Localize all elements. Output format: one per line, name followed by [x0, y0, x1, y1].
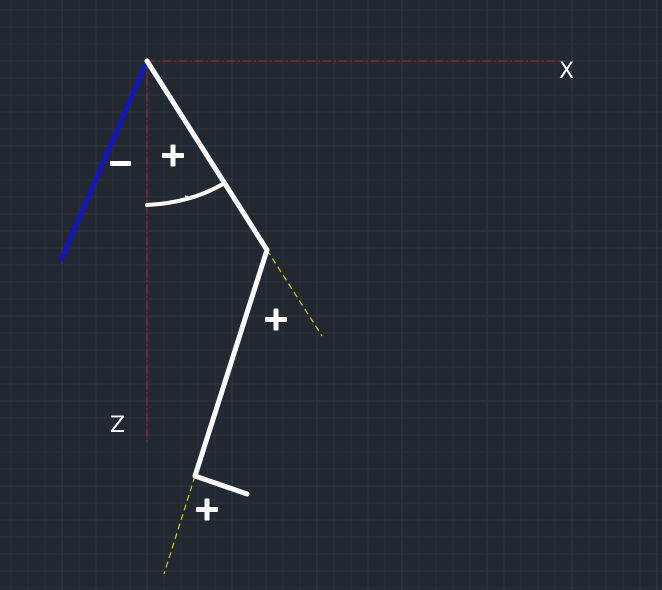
cad-drawing-canvas[interactable]: − X Z — [0, 0, 662, 590]
z-axis-label: Z — [110, 413, 125, 438]
canvas-background — [0, 0, 662, 590]
angle-arc-tick — [184, 195, 189, 198]
x-axis-label: X — [559, 59, 574, 84]
